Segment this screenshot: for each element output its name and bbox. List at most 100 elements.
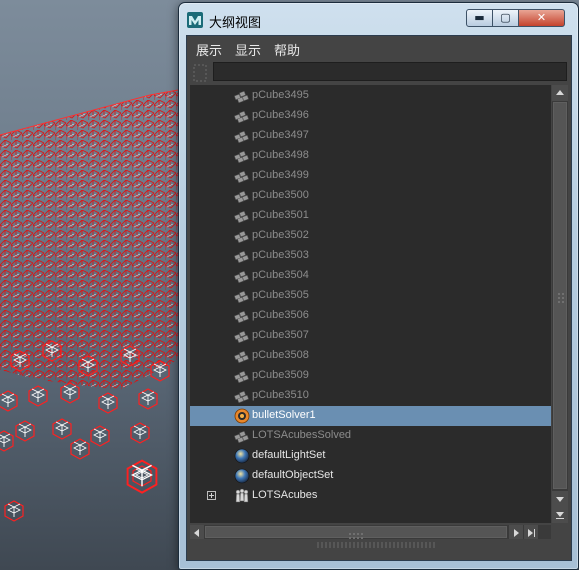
maximize-button[interactable]: ▢ (492, 9, 519, 27)
outliner-item-label: pCube3496 (252, 109, 309, 121)
maya-logo-icon (187, 12, 203, 28)
outliner-row[interactable]: pCube3510 (190, 386, 551, 406)
vertical-scroll-thumb[interactable] (553, 102, 567, 489)
menu-display[interactable]: 展示 (196, 40, 222, 59)
outliner-item-label: pCube3499 (252, 169, 309, 181)
menu-bar: 展示 显示 帮助 (187, 36, 571, 60)
menu-help[interactable]: 帮助 (274, 40, 300, 59)
transform-icon (234, 330, 249, 344)
arrow-down-end-icon (556, 512, 564, 519)
outliner-item-label: pCube3501 (252, 209, 309, 221)
outliner-row[interactable]: pCube3499 (190, 166, 551, 186)
outliner-item-label: LOTSAcubes (252, 489, 318, 501)
outliner-row[interactable]: pCube3506 (190, 306, 551, 326)
outliner-item-label: pCube3510 (252, 389, 309, 401)
arrow-up-icon (556, 90, 564, 95)
outliner-row[interactable]: pCube3498 (190, 146, 551, 166)
horizontal-scrollbar[interactable] (190, 525, 551, 539)
outliner-row[interactable]: pCube3503 (190, 246, 551, 266)
arrow-right-end-icon (528, 529, 535, 537)
outliner-item-label: pCube3509 (252, 369, 309, 381)
outliner-item-label: pCube3503 (252, 249, 309, 261)
transform-icon (234, 210, 249, 224)
group-icon (235, 488, 249, 503)
outliner-item-label: bulletSolver1 (252, 409, 316, 421)
outliner-item-label: pCube3506 (252, 309, 309, 321)
outliner-row[interactable]: LOTSAcubes (190, 486, 551, 506)
expand-plus-icon[interactable] (207, 491, 216, 500)
outliner-item-label: defaultObjectSet (252, 469, 334, 481)
outliner-item-label: pCube3497 (252, 129, 309, 141)
outliner-row[interactable]: defaultLightSet (190, 446, 551, 466)
bullet-solver-icon (234, 408, 250, 424)
transform-icon (234, 190, 249, 204)
transform-icon (234, 390, 249, 404)
outliner-panel: 展示 显示 帮助 pCube3495 pCube3496 pCube3497 pCub… (186, 35, 572, 561)
transform-icon (234, 350, 249, 364)
transform-icon (234, 370, 249, 384)
scroll-down-button[interactable] (552, 491, 568, 507)
outliner-item-label: defaultLightSet (252, 449, 326, 461)
outliner-row[interactable]: pCube3497 (190, 126, 551, 146)
outliner-list[interactable]: pCube3495 pCube3496 pCube3497 pCube3498 pCub… (190, 85, 551, 523)
vertical-scrollbar[interactable] (552, 85, 568, 523)
outliner-row[interactable]: LOTSAcubesSolved (190, 426, 551, 446)
outliner-row[interactable]: pCube3502 (190, 226, 551, 246)
outliner-row[interactable]: pCube3501 (190, 206, 551, 226)
transform-icon (234, 170, 249, 184)
scroll-right-button[interactable] (509, 525, 523, 539)
transform-icon (234, 150, 249, 164)
outliner-item-label: pCube3508 (252, 349, 309, 361)
window-title: 大纲视图 (209, 16, 262, 31)
thumb-grip-icon (558, 293, 564, 303)
outliner-item-label: pCube3495 (252, 89, 309, 101)
menu-show[interactable]: 显示 (235, 40, 261, 59)
filter-input[interactable] (213, 62, 567, 81)
outliner-row[interactable]: defaultObjectSet (190, 466, 551, 486)
outliner-row[interactable]: pCube3505 (190, 286, 551, 306)
outliner-window: 大纲视图 ▬ ▢ ✕ 展示 显示 帮助 pCube3495 pCube3496 pC… (178, 2, 579, 570)
outliner-row[interactable]: pCube3507 (190, 326, 551, 346)
outliner-item-label: pCube3500 (252, 189, 309, 201)
set-icon (234, 468, 250, 484)
minimize-icon: ▬ (474, 11, 485, 24)
close-button[interactable]: ✕ (518, 9, 565, 27)
minimize-button[interactable]: ▬ (466, 9, 493, 27)
close-icon: ✕ (536, 11, 547, 24)
horizontal-scroll-thumb[interactable] (205, 526, 507, 539)
scroll-right-end-button[interactable] (524, 525, 538, 539)
outliner-row[interactable]: pCube3495 (190, 86, 551, 106)
outliner-item-label: pCube3504 (252, 269, 309, 281)
transform-icon (234, 290, 249, 304)
transform-icon (234, 90, 249, 104)
transform-icon (234, 430, 249, 444)
toolbar-grip-icon[interactable] (193, 64, 207, 82)
outliner-item-label: LOTSAcubesSolved (252, 429, 352, 441)
transform-icon (234, 250, 249, 264)
outliner-item-label: pCube3502 (252, 229, 309, 241)
title-bar[interactable]: 大纲视图 ▬ ▢ ✕ (179, 3, 578, 35)
outliner-row[interactable]: pCube3508 (190, 346, 551, 366)
maximize-icon: ▢ (500, 11, 511, 24)
outliner-item-label: pCube3505 (252, 289, 309, 301)
arrow-left-icon (194, 529, 199, 537)
thumb-grip-icon (349, 533, 363, 539)
outliner-row[interactable]: bulletSolver1 (190, 406, 551, 426)
panel-resize-grip[interactable] (317, 542, 437, 548)
outliner-row[interactable]: pCube3504 (190, 266, 551, 286)
scroll-up-button[interactable] (552, 85, 568, 101)
set-icon (234, 448, 250, 464)
transform-icon (234, 110, 249, 124)
outliner-row[interactable]: pCube3500 (190, 186, 551, 206)
outliner-item-label: pCube3507 (252, 329, 309, 341)
outliner-row[interactable]: pCube3509 (190, 366, 551, 386)
scroll-end-button[interactable] (552, 507, 568, 523)
scroll-left-button[interactable] (190, 525, 204, 539)
outliner-item-label: pCube3498 (252, 149, 309, 161)
arrow-down-icon (556, 497, 564, 502)
transform-icon (234, 130, 249, 144)
transform-icon (234, 230, 249, 244)
arrow-right-icon (514, 529, 519, 537)
outliner-row[interactable]: pCube3496 (190, 106, 551, 126)
transform-icon (234, 310, 249, 324)
